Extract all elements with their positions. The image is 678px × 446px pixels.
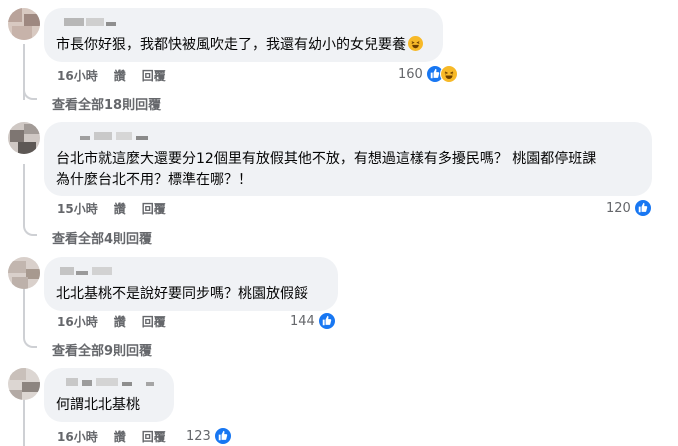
comment-text: 何謂北北基桃 <box>56 397 140 413</box>
comment-actions: 16小時 讚 回覆 <box>57 67 166 83</box>
like-icon <box>633 199 652 217</box>
thread-branch <box>23 224 37 236</box>
comment-text-line: 為什麼台北不用？標準在哪？！ <box>56 172 252 188</box>
like-button[interactable]: 讚 <box>114 313 126 330</box>
avatar[interactable] <box>8 8 40 40</box>
like-button[interactable]: 讚 <box>114 67 126 84</box>
reaction-summary[interactable]: 160 <box>398 65 458 83</box>
comment-timestamp[interactable]: 16小時 <box>57 428 98 445</box>
thread-line <box>23 398 25 446</box>
thread-line <box>23 282 25 336</box>
author-name-pixelated[interactable] <box>56 265 326 279</box>
view-replies-link[interactable]: 查看全部4則回覆 <box>52 228 152 247</box>
thread-branch <box>23 336 37 348</box>
reaction-summary[interactable]: 144 <box>290 312 336 330</box>
author-name-pixelated[interactable] <box>56 376 162 390</box>
reaction-summary[interactable]: 120 <box>606 199 652 217</box>
thread-branch <box>23 88 37 100</box>
view-replies-link[interactable]: 查看全部9則回覆 <box>52 340 152 359</box>
reaction-count: 123 <box>186 428 211 444</box>
comment-actions: 16小時 讚 回覆 <box>57 428 166 444</box>
like-icon <box>317 312 336 330</box>
comment-bubble: 北北基桃不是說好要同步嗎？桃園放假餒 <box>44 257 338 311</box>
comment-text-line: 台北市就這麼大還要分12個里有放假其他不放，有想過這樣有多擾民嗎？ 桃園都停班課 <box>56 151 597 167</box>
comment-bubble: 台北市就這麼大還要分12個里有放假其他不放，有想過這樣有多擾民嗎？ 桃園都停班課… <box>44 122 652 196</box>
avatar[interactable] <box>8 122 40 154</box>
comment-text: 北北基桃不是說好要同步嗎？桃園放假餒 <box>56 286 308 302</box>
reply-button[interactable]: 回覆 <box>142 200 166 217</box>
reaction-count: 160 <box>398 66 423 82</box>
comment-actions: 15小時 讚 回覆 <box>57 200 166 216</box>
comment-timestamp[interactable]: 15小時 <box>57 200 98 217</box>
like-button[interactable]: 讚 <box>114 200 126 217</box>
laughing-emoji-icon <box>408 36 423 51</box>
reply-button[interactable]: 回覆 <box>142 67 166 84</box>
author-name-pixelated[interactable] <box>56 16 431 30</box>
reply-button[interactable]: 回覆 <box>142 428 166 445</box>
comment-bubble: 市長你好狠，我都快被風吹走了，我還有幼小的女兒要養 <box>44 8 443 62</box>
avatar[interactable] <box>8 257 40 289</box>
reaction-summary[interactable]: 123 <box>186 427 232 445</box>
thread-line <box>23 164 25 224</box>
reaction-count: 144 <box>290 313 315 329</box>
comment-text: 市長你好狠，我都快被風吹走了，我還有幼小的女兒要養 <box>56 35 431 56</box>
comment-timestamp[interactable]: 16小時 <box>57 67 98 84</box>
like-button[interactable]: 讚 <box>114 428 126 445</box>
author-name-pixelated[interactable] <box>56 130 640 144</box>
comment-bubble: 何謂北北基桃 <box>44 368 174 422</box>
like-icon <box>213 427 232 445</box>
comment-timestamp[interactable]: 16小時 <box>57 313 98 330</box>
view-replies-link[interactable]: 查看全部18則回覆 <box>52 94 161 113</box>
haha-icon <box>439 65 458 83</box>
comment-actions: 16小時 讚 回覆 <box>57 313 166 329</box>
avatar[interactable] <box>8 368 40 400</box>
reaction-count: 120 <box>606 200 631 216</box>
reply-button[interactable]: 回覆 <box>142 313 166 330</box>
